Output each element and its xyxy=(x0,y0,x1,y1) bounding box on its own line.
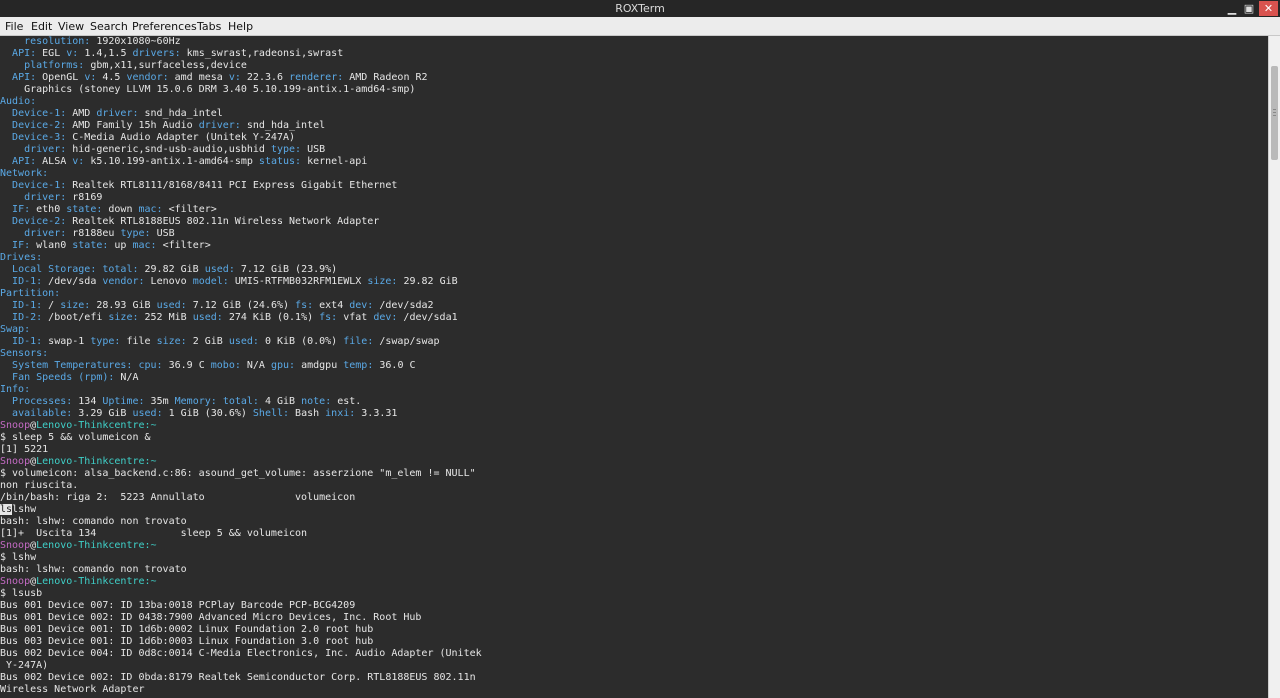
terminal-line: Device-3: C-Media Audio Adapter (Unitek … xyxy=(12,132,296,143)
terminal-line: Partition: xyxy=(0,288,61,299)
terminal-line: Sensors: xyxy=(0,348,49,359)
menu-file[interactable]: File xyxy=(5,20,23,33)
menu-view[interactable]: View xyxy=(58,20,84,33)
terminal-line: [1]+ Uscita 134 sleep 5 && volumeicon xyxy=(0,528,308,539)
terminal-line: IF: eth0 state: down mac: <filter> xyxy=(12,204,217,215)
maximize-icon[interactable]: ▣ xyxy=(1241,1,1257,16)
terminal-line: Bus 001 Device 002: ID 0438:7900 Advance… xyxy=(0,612,422,623)
terminal-line: resolution: 1920x1080~60Hz xyxy=(24,36,181,47)
terminal-line: ID-2: /boot/efi size: 252 MiB used: 274 … xyxy=(12,312,458,323)
terminal-line: Drives: xyxy=(0,252,43,263)
terminal-line: Device-1: AMD driver: snd_hda_intel xyxy=(12,108,223,119)
terminal-line: Info: xyxy=(0,384,31,395)
terminal-line: Bus 001 Device 001: ID 1d6b:0002 Linux F… xyxy=(0,624,374,635)
window-title: ROXTerm xyxy=(615,2,665,15)
terminal-line: [1] 5221 xyxy=(0,444,49,455)
menu-bar: File Edit View Search Preferences Tabs H… xyxy=(0,17,1280,36)
terminal-line: non riuscita. xyxy=(0,480,79,491)
shell-prompt: Snoop@Lenovo-Thinkcentre:~ xyxy=(0,456,157,467)
terminal-line: Device-2: Realtek RTL8188EUS 802.11n Wir… xyxy=(12,216,380,227)
terminal-line: Y-247A) xyxy=(0,660,49,671)
terminal-line: API: ALSA v: k5.10.199-antix.1-amd64-smp… xyxy=(12,156,368,167)
menu-search[interactable]: Search xyxy=(90,20,128,33)
minimize-icon[interactable]: ▁ xyxy=(1224,1,1240,16)
terminal-line: driver: r8188eu type: USB xyxy=(24,228,175,239)
scrollbar-thumb[interactable] xyxy=(1271,66,1278,160)
terminal-line: Bus 002 Device 002: ID 0bda:8179 Realtek… xyxy=(0,672,476,683)
close-icon[interactable]: ✕ xyxy=(1259,1,1278,16)
terminal-output[interactable]: resolution: 1920x1080~60Hz API: EGL v: 1… xyxy=(0,36,1268,698)
terminal-line: Network: xyxy=(0,168,49,179)
shell-prompt: Snoop@Lenovo-Thinkcentre:~ xyxy=(0,420,157,431)
menu-edit[interactable]: Edit xyxy=(31,20,52,33)
terminal-line: platforms: gbm,x11,surfaceless,device xyxy=(24,60,247,71)
terminal-line: Local Storage: total: 29.82 GiB used: 7.… xyxy=(12,264,338,275)
terminal-line: Swap: xyxy=(0,324,31,335)
terminal-line: API: OpenGL v: 4.5 vendor: amd mesa v: 2… xyxy=(12,72,428,83)
terminal-line: /bin/bash: riga 2: 5223 Annullato volume… xyxy=(0,492,356,503)
terminal-line: ID-1: / size: 28.93 GiB used: 7.12 GiB (… xyxy=(12,300,434,311)
menu-preferences[interactable]: Preferences xyxy=(132,20,197,33)
terminal-line: bash: lshw: comando non trovato xyxy=(0,516,187,527)
terminal-line: ID-1: /dev/sda vendor: Lenovo model: UMI… xyxy=(12,276,458,287)
terminal-line: driver: hid-generic,snd-usb-audio,usbhid… xyxy=(24,144,326,155)
terminal-line: IF: wlan0 state: up mac: <filter> xyxy=(12,240,211,251)
shell-prompt: Snoop@Lenovo-Thinkcentre:~ xyxy=(0,576,157,587)
terminal-line: Audio: xyxy=(0,96,37,107)
vertical-scrollbar[interactable] xyxy=(1268,36,1280,698)
terminal-line: lslshw xyxy=(0,504,37,515)
terminal-line: Bus 002 Device 004: ID 0d8c:0014 C-Media… xyxy=(0,648,482,659)
terminal-line: $ lsusb xyxy=(0,588,43,599)
terminal-line: Bus 001 Device 007: ID 13ba:0018 PCPlay … xyxy=(0,600,356,611)
terminal-line: available: 3.29 GiB used: 1 GiB (30.6%) … xyxy=(12,408,398,419)
terminal-line: Bus 003 Device 001: ID 1d6b:0003 Linux F… xyxy=(0,636,374,647)
terminal-line: Device-1: Realtek RTL8111/8168/8411 PCI … xyxy=(12,180,398,191)
terminal-line: bash: lshw: comando non trovato xyxy=(0,564,187,575)
terminal-line: $ volumeicon: alsa_backend.c:86: asound_… xyxy=(0,468,476,479)
window-titlebar[interactable]: ROXTerm ▁ ▣ ✕ xyxy=(0,0,1280,17)
menu-help[interactable]: Help xyxy=(228,20,253,33)
terminal-line: Processes: 134 Uptime: 35m Memory: total… xyxy=(12,396,362,407)
text-cursor: ls xyxy=(0,504,13,515)
terminal-line: System Temperatures: cpu: 36.9 C mobo: N… xyxy=(12,360,416,371)
terminal-line: Wireless Network Adapter xyxy=(0,684,145,695)
terminal-line: Device-2: AMD Family 15h Audio driver: s… xyxy=(12,120,326,131)
shell-prompt: Snoop@Lenovo-Thinkcentre:~ xyxy=(0,540,157,551)
terminal-line: ID-1: swap-1 type: file size: 2 GiB used… xyxy=(12,336,440,347)
terminal-line: $ sleep 5 && volumeicon & xyxy=(0,432,151,443)
terminal-line: $ lshw xyxy=(0,552,37,563)
terminal-line: Graphics (stoney LLVM 15.0.6 DRM 3.40 5.… xyxy=(0,84,416,95)
terminal-line: driver: r8169 xyxy=(24,192,103,203)
terminal-line: Fan Speeds (rpm): N/A xyxy=(12,372,139,383)
menu-tabs[interactable]: Tabs xyxy=(197,20,221,33)
terminal-line: API: EGL v: 1.4,1.5 drivers: kms_swrast,… xyxy=(12,48,344,59)
